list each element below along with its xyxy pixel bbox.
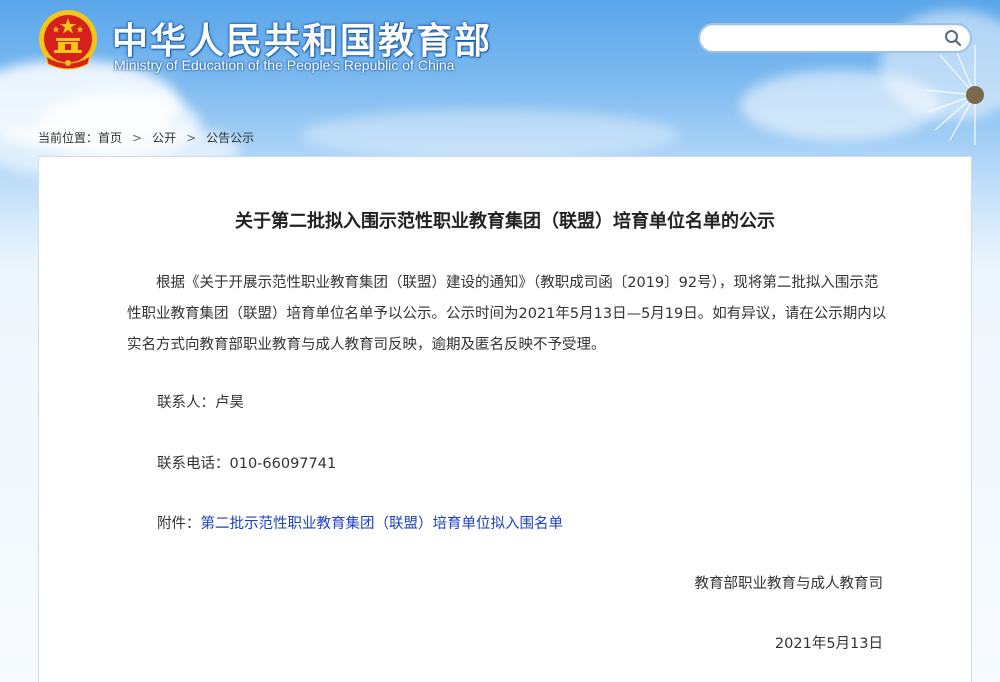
contact-name: 卢昊 (215, 395, 244, 411)
phone-label: 联系电话： (157, 456, 230, 472)
phone-line: 联系电话：010-66097741 (157, 452, 336, 473)
page: 中华人民共和国教育部 Ministry of Education of the … (0, 0, 1000, 682)
breadcrumb-prefix: 当前位置： (38, 131, 99, 145)
contact-line: 联系人：卢昊 (157, 391, 244, 412)
signature-department: 教育部职业教育与成人教育司 (694, 576, 884, 592)
site-title-english: Ministry of Education of the People's Re… (114, 57, 455, 73)
attachment-link[interactable]: 第二批示范性职业教育集团（联盟）培育单位拟入围名单 (201, 516, 564, 532)
attachment-line: 附件：第二批示范性职业教育集团（联盟）培育单位拟入围名单 (157, 512, 563, 533)
breadcrumb: 当前位置：首页 > 公开 > 公告公示 (38, 129, 254, 146)
breadcrumb-public[interactable]: 公开 (152, 131, 176, 145)
contact-label: 联系人： (157, 395, 215, 411)
article-title: 关于第二批拟入围示范性职业教育集团（联盟）培育单位名单的公示 (235, 211, 775, 232)
attachment-label: 附件： (157, 516, 201, 532)
breadcrumb-home[interactable]: 首页 (98, 131, 122, 145)
signature-date: 2021年5月13日 (774, 636, 883, 652)
phone-number: 010-66097741 (229, 456, 337, 472)
breadcrumb-announcements[interactable]: 公告公示 (206, 131, 254, 145)
dandelion-icon (924, 45, 984, 145)
search-icon[interactable] (944, 29, 962, 47)
search-box (698, 23, 972, 53)
chevron-right-icon: > (186, 131, 197, 145)
article-panel: 关于第二批拟入围示范性职业教育集团（联盟）培育单位名单的公示 根据《关于开展示范… (38, 156, 972, 682)
article-paragraph: 根据《关于开展示范性职业教育集团（联盟）建设的通知》（教职成司函〔2019〕92… (127, 275, 887, 353)
cloud-decoration (300, 110, 680, 160)
search-input[interactable] (712, 28, 936, 50)
chevron-right-icon: > (132, 131, 143, 145)
national-emblem-icon (39, 10, 97, 70)
